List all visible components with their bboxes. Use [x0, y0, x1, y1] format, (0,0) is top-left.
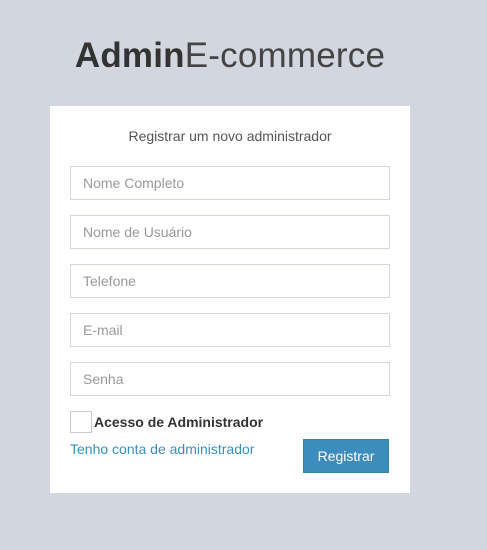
register-button[interactable]: Registrar — [303, 439, 389, 473]
app-logo: AdminE-commerce — [0, 36, 460, 76]
admin-access-label: Acesso de Administrador — [94, 414, 264, 430]
admin-access-row: Acesso de Administrador — [70, 411, 263, 433]
admin-access-checkbox[interactable] — [70, 411, 92, 433]
logo-bold-text: Admin — [74, 36, 185, 75]
register-box-message: Registrar um novo administrador — [128, 128, 332, 144]
logo-light-text: E-commerce — [184, 36, 386, 75]
email-input[interactable] — [70, 313, 390, 347]
phone-input[interactable] — [70, 264, 390, 298]
register-box: Registrar um novo administrador Acesso d… — [50, 106, 410, 493]
password-input[interactable] — [70, 362, 390, 396]
full-name-input[interactable] — [70, 166, 390, 200]
username-input[interactable] — [70, 215, 390, 249]
existing-account-link[interactable]: Tenho conta de administrador — [70, 441, 254, 457]
